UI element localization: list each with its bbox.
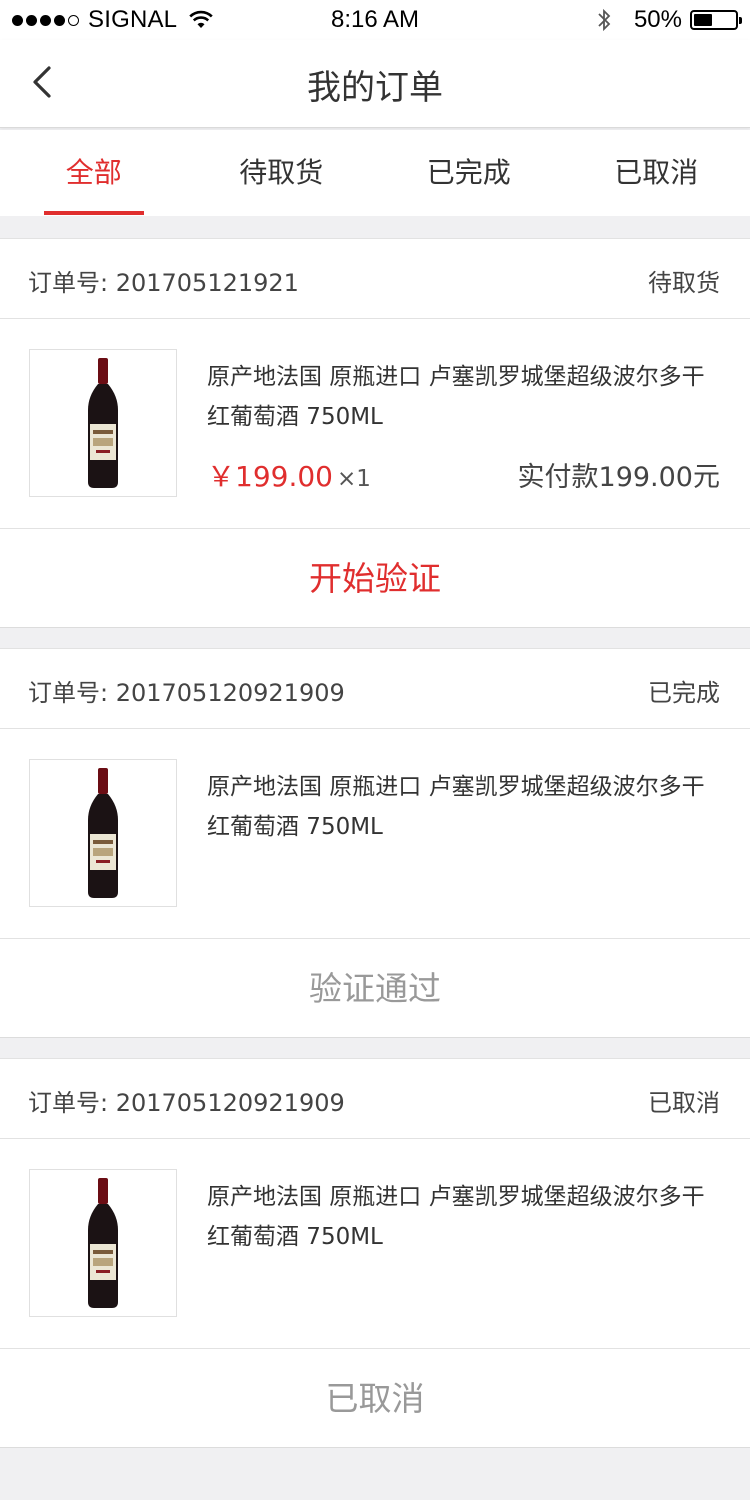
tab-all[interactable]: 全部 [0,130,188,216]
tab-pending-pickup[interactable]: 待取货 [188,130,376,216]
order-status: 已完成 [648,679,720,707]
tab-label: 已取消 [614,156,699,189]
battery-cap [739,17,742,24]
product-name: 原产地法国 原瓶进口 卢塞凯罗城堡超级波尔多干红葡萄酒 750ML [207,774,705,840]
order-item[interactable]: 原产地法国 原瓶进口 卢塞凯罗城堡超级波尔多干红葡萄酒 750ML [0,729,750,939]
tab-label: 待取货 [239,156,324,189]
order-number: 订单号: 201705120921909 [28,1089,345,1117]
start-verify-button[interactable]: 开始验证 [0,529,750,629]
paid-amount: 实付款199.00元 [517,462,720,493]
status-bar: SIGNAL 8:16 AM 50% [0,0,750,40]
order-card: 订单号: 201705120921909 已完成 原产地法国 原瓶进口 卢塞凯罗… [0,648,750,1038]
order-number: 订单号: 201705121921 [28,269,299,297]
active-tab-indicator [44,211,144,215]
order-number: 订单号: 201705120921909 [28,679,345,707]
order-status: 已取消 [648,1089,720,1117]
order-tabs: 全部 待取货 已完成 已取消 [0,130,750,216]
order-status: 待取货 [648,269,720,297]
tab-cancelled[interactable]: 已取消 [563,130,750,216]
wine-bottle-icon [88,768,118,898]
bluetooth-icon [598,8,611,32]
wine-bottle-icon [88,358,118,488]
product-price: ￥199.00 ×1 [207,455,371,495]
product-image [29,349,177,497]
tab-label: 全部 [65,156,122,189]
wine-bottle-icon [88,1178,118,1308]
order-header: 订单号: 201705121921 待取货 [0,239,750,319]
product-image [29,1169,177,1317]
order-item[interactable]: 原产地法国 原瓶进口 卢塞凯罗城堡超级波尔多干红葡萄酒 750ML ￥199.0… [0,319,750,529]
product-quantity: ×1 [336,466,371,492]
verified-status-button: 验证通过 [309,969,441,1008]
order-header: 订单号: 201705120921909 已取消 [0,1059,750,1139]
product-name: 原产地法国 原瓶进口 卢塞凯罗城堡超级波尔多干红葡萄酒 750ML [207,1184,705,1250]
cancelled-status-label: 已取消 [325,1379,425,1418]
page-title: 我的订单 [307,68,443,108]
order-item[interactable]: 原产地法国 原瓶进口 卢塞凯罗城堡超级波尔多干红葡萄酒 750ML [0,1139,750,1349]
product-image [29,759,177,907]
battery-level [694,14,712,26]
status-right: 50% [596,6,742,34]
nav-bar: 我的订单 [0,40,750,128]
product-name: 原产地法国 原瓶进口 卢塞凯罗城堡超级波尔多干红葡萄酒 750ML [207,364,705,430]
price-value: ￥199.00 [207,460,333,493]
order-header: 订单号: 201705120921909 已完成 [0,649,750,729]
tab-label: 已完成 [426,156,511,189]
battery-percent: 50% [633,6,682,33]
battery-icon [690,10,742,30]
order-card: 订单号: 201705120921909 已取消 原产地法国 原瓶进口 卢塞凯罗… [0,1058,750,1448]
order-card: 订单号: 201705121921 待取货 原产地法国 原瓶进口 卢塞凯罗城堡超… [0,238,750,628]
tab-completed[interactable]: 已完成 [375,130,563,216]
